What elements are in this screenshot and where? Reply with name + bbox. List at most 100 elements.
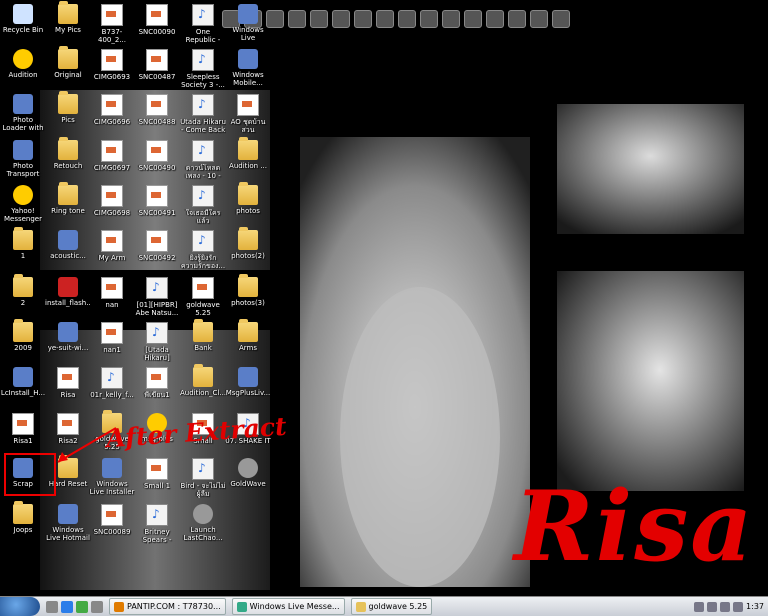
desktop-icon[interactable]: ดาวน์โหลดเพลง - 10 - สม...	[180, 138, 226, 182]
app-icon[interactable]	[552, 10, 570, 28]
wallpaper-photo-top-right	[557, 104, 744, 234]
desktop-icon[interactable]: 01r_kelly_f...	[89, 365, 135, 409]
desktop-icon[interactable]: Utada Hikaru - Come Back ...	[180, 92, 226, 136]
taskbar-button-pantip[interactable]: PANTIP.COM : T78730...	[109, 598, 226, 615]
taskbar-button-goldwave[interactable]: goldwave 5.25	[350, 598, 433, 615]
desktop-icon[interactable]: Bank	[180, 319, 226, 364]
desktop-icon[interactable]: SNC00492	[134, 228, 180, 272]
app-icon	[58, 504, 78, 524]
desktop-icon[interactable]: Pics	[45, 91, 91, 136]
desktop-icon[interactable]: SNC00491	[134, 183, 180, 227]
desktop-icon[interactable]: MsgPlusLiv...	[225, 365, 271, 409]
app-icon[interactable]	[530, 10, 548, 28]
desktop-icon[interactable]: Risa1	[0, 411, 46, 455]
app-icon[interactable]	[376, 10, 394, 28]
app-icon[interactable]	[508, 10, 526, 28]
desktop-icon[interactable]: LcInstall_H...	[0, 365, 46, 409]
app-icon[interactable]	[486, 10, 504, 28]
desktop-icon[interactable]: 2	[0, 274, 46, 319]
tray-icon[interactable]	[733, 601, 744, 612]
app-icon[interactable]	[332, 10, 350, 28]
desktop-icon[interactable]: GoldWave	[225, 456, 271, 500]
desktop-icon[interactable]: goldwave 5.25	[180, 275, 226, 319]
media-icon	[146, 277, 168, 299]
tray-icon[interactable]	[720, 601, 731, 612]
desktop-icon[interactable]: Audition	[0, 47, 46, 91]
desktop-icon[interactable]: Launch LastChao...	[180, 502, 226, 546]
desktop-icon[interactable]: Bird - จะไม่ไม่ผู้ลืม	[180, 456, 226, 500]
app-icon[interactable]	[442, 10, 460, 28]
desktop-icon[interactable]: Audition ...	[225, 137, 271, 182]
desktop-icon[interactable]: acoustic...	[45, 228, 91, 272]
desktop-icon[interactable]: Audition_Cl...	[180, 364, 226, 409]
desktop-icon[interactable]: Recycle Bin	[0, 2, 46, 46]
desktop-icon[interactable]: nan1	[89, 320, 135, 364]
taskbar-button-messenger[interactable]: Windows Live Messe...	[231, 598, 345, 615]
desktop-icon[interactable]: SNC00090	[134, 2, 180, 46]
app-icon[interactable]	[420, 10, 438, 28]
media-icon	[101, 367, 123, 389]
desktop-icon[interactable]: install_flash...	[45, 275, 91, 319]
app-icon[interactable]	[398, 10, 416, 28]
start-button[interactable]	[0, 597, 40, 616]
desktop-icon[interactable]: ye-suit-wi...	[45, 320, 91, 364]
desktop-icon[interactable]: B737-400_2...	[89, 2, 135, 46]
desktop-icon[interactable]: AO ชุดบ้านสวน	[225, 92, 271, 136]
desktop-icon[interactable]: One Republic - Apologize	[180, 2, 226, 46]
desktop-icon[interactable]: Retouch	[45, 137, 91, 182]
desktop-icon[interactable]: Britney Spears - Unusual Y...	[134, 502, 180, 546]
desktop-icon[interactable]: Photo Loader with HOT ...	[0, 92, 46, 136]
desktop-icon[interactable]: ใจเธอมีใครแล้ว	[180, 183, 226, 227]
desktop-icon[interactable]: My Pics	[45, 1, 91, 46]
tray-icon[interactable]	[707, 601, 718, 612]
desktop-icon[interactable]: photos	[225, 182, 271, 227]
desktop-icon[interactable]: 2009	[0, 319, 46, 364]
desktop-icon[interactable]: CIMG0697	[89, 138, 135, 182]
desktop-icon[interactable]: Risa	[45, 365, 91, 409]
desktop-icon[interactable]: Joops	[0, 501, 46, 546]
desktop-icon[interactable]: Ring tone	[45, 182, 91, 227]
desktop-icon[interactable]: My Arm	[89, 228, 135, 272]
desktop-icon[interactable]: CIMG0696	[89, 92, 135, 136]
desktop-icon[interactable]: [01][HIPBR] Abe Natsu...	[134, 275, 180, 319]
app-icon[interactable]	[288, 10, 306, 28]
desktop-icon[interactable]: Windows Live Hotmail	[45, 502, 91, 546]
clock: 1:37	[746, 602, 764, 611]
desktop-icon[interactable]: nan	[89, 275, 135, 319]
quick-launch-icon[interactable]	[91, 600, 103, 613]
quick-launch-icon[interactable]	[61, 600, 73, 613]
desktop-icon[interactable]: Yahoo! Messenger	[0, 183, 46, 227]
desktop-icon[interactable]: พี่เขียน1	[134, 365, 180, 409]
tray-icon[interactable]	[694, 601, 705, 612]
floating-quick-launch-bar	[222, 8, 570, 30]
desktop-icon[interactable]: SNC00490	[134, 138, 180, 182]
desktop-icon[interactable]: SNC00089	[89, 502, 135, 546]
app-icon[interactable]	[464, 10, 482, 28]
desktop-icon[interactable]: Sleepless Society 3 -...	[180, 47, 226, 91]
desktop-icon[interactable]: CIMG0698	[89, 183, 135, 227]
desktop-icon[interactable]: CIMG0693	[89, 47, 135, 91]
desktop-icon[interactable]: photos(3)	[225, 274, 271, 319]
desktop-icon-label: ye-suit-wi...	[47, 344, 89, 352]
desktop-icon[interactable]: [Utada Hikaru] Come Back ...	[134, 320, 180, 364]
desktop-icon[interactable]: Small 1	[134, 456, 180, 500]
desktop-icon[interactable]: Original	[45, 46, 91, 91]
desktop-icon[interactable]: 1	[0, 227, 46, 272]
desktop-icon[interactable]: SNC00487	[134, 47, 180, 91]
desktop-icon[interactable]: photos(2)	[225, 227, 271, 272]
desktop-icon[interactable]: ยิ่งรู้ยิ่งรัก ความรักของ...	[180, 228, 226, 272]
desktop-icon[interactable]: SNC00488	[134, 92, 180, 136]
desktop-icon[interactable]: Photo Transport	[0, 138, 46, 182]
quick-launch-icon[interactable]	[76, 600, 88, 613]
desktop-icon-label: Windows Mobile...	[232, 71, 264, 87]
desktop-icon-label: Yahoo! Messenger	[3, 207, 42, 223]
desktop-icon[interactable]: Windows Mobile...	[225, 47, 271, 91]
desktop-icon-label: My Pics	[55, 26, 81, 34]
desktop-icon[interactable]: Arms	[225, 319, 271, 364]
desktop-icon[interactable]: Windows Live Messenger	[225, 2, 271, 46]
app-icon[interactable]	[310, 10, 328, 28]
quick-launch-icon[interactable]	[46, 600, 58, 613]
app-icon[interactable]	[354, 10, 372, 28]
media-icon	[192, 4, 214, 26]
desktop-icon-label: goldwave 5.25	[186, 301, 220, 317]
